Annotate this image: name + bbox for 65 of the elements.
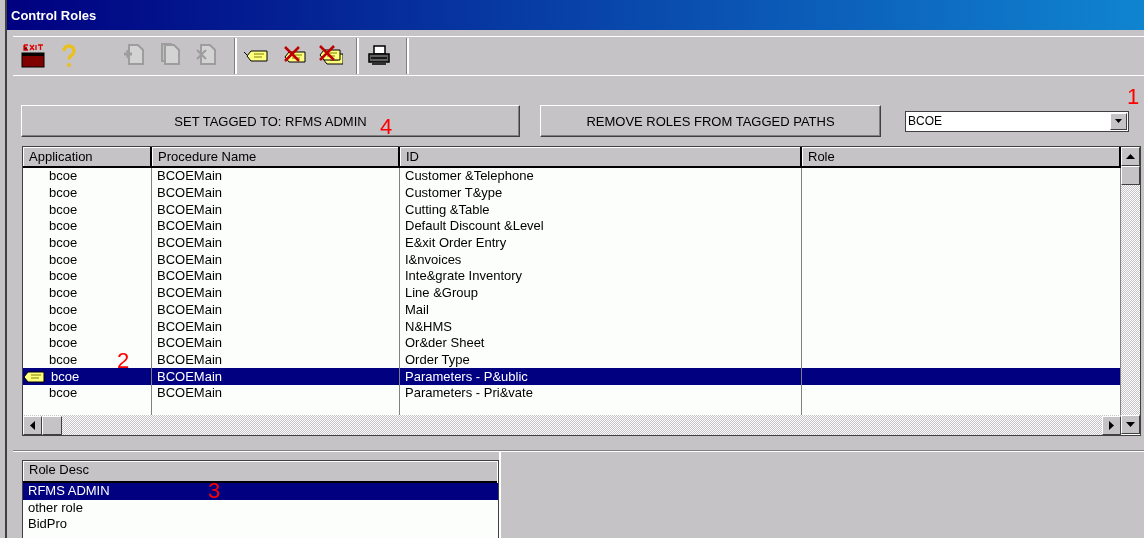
scroll-right-icon[interactable] — [1109, 420, 1114, 430]
table-cell: Inte&grate Inventory — [405, 268, 523, 285]
table-cell: bcoe — [49, 168, 78, 185]
table-cell: BCOEMain — [157, 385, 223, 402]
callout-number: 4 — [380, 116, 393, 138]
table-cell: BCOEMain — [157, 301, 223, 318]
scroll-down-icon[interactable] — [1126, 422, 1135, 427]
table-cell: E&xit Order Entry — [405, 235, 507, 252]
table-cell: Line &Group — [405, 285, 478, 302]
table-cell: BCOEMain — [157, 268, 223, 285]
command-button[interactable]: REMOVE ROLES FROM TAGGED PATHS — [540, 105, 881, 137]
table-cell: bcoe — [49, 218, 78, 235]
table-cell: Customer &Telephone — [405, 168, 534, 185]
table-cell: bcoe — [49, 285, 78, 302]
table-cell: BCOEMain — [157, 285, 223, 302]
callout-number: 1 — [1127, 86, 1140, 108]
table-cell: BCOEMain — [157, 201, 223, 218]
table-cell: BCOEMain — [157, 168, 223, 185]
table-cell: bcoe — [49, 185, 78, 202]
column-header[interactable]: ID — [400, 147, 802, 166]
dropdown-value: BCOE — [908, 114, 942, 128]
table-cell: bcoe — [49, 318, 78, 335]
table-cell: BCOEMain — [157, 185, 223, 202]
table-cell: bcoe — [49, 335, 78, 352]
table-cell: bcoe — [49, 385, 78, 402]
table-cell: bcoe — [49, 235, 78, 252]
window-title: Control Roles — [11, 7, 97, 23]
table-cell: Cutting &Table — [405, 201, 490, 218]
role-item[interactable]: BidPro — [23, 516, 498, 533]
table-cell: BCOEMain — [157, 335, 223, 352]
table-cell: Order Type — [405, 351, 470, 368]
table-cell: BCOEMain — [157, 368, 223, 385]
scroll-left-icon[interactable] — [30, 420, 35, 430]
table-cell: Default Discount &Level — [405, 218, 544, 235]
scroll-up-icon[interactable] — [1126, 154, 1135, 159]
table-cell: BCOEMain — [157, 251, 223, 268]
scroll-thumb[interactable] — [1121, 166, 1140, 185]
column-header[interactable]: Role — [802, 147, 1121, 166]
exit-icon[interactable] — [19, 42, 47, 70]
table-cell: BCOEMain — [157, 318, 223, 335]
table-cell: BCOEMain — [157, 218, 223, 235]
table-cell: bcoe — [49, 268, 78, 285]
table-row[interactable]: bcoe BCOEMain Parameters - P&ublic — [23, 368, 1121, 385]
table-cell: Customer T&ype — [405, 185, 503, 202]
table-cell: BCOEMain — [157, 235, 223, 252]
column-header[interactable]: Application — [23, 147, 152, 166]
table-cell: bcoe — [49, 201, 78, 218]
table-cell: Or&der Sheet — [405, 335, 485, 352]
table-cell: BCOEMain — [157, 351, 223, 368]
column-header[interactable]: Procedure Name — [152, 147, 400, 166]
table-cell: bcoe — [49, 251, 78, 268]
table-cell: bcoe — [49, 351, 78, 368]
callout-number: 3 — [208, 480, 221, 502]
table-cell: Parameters - Pri&vate — [405, 385, 533, 402]
table-cell: Parameters - P&ublic — [405, 368, 528, 385]
table-cell: I&nvoices — [405, 251, 462, 268]
table-cell: N&HMS — [405, 318, 452, 335]
scroll-thumb[interactable] — [42, 415, 62, 435]
table-cell: bcoe — [49, 301, 78, 318]
application-dropdown[interactable]: BCOE — [905, 110, 1129, 132]
table-cell: bcoe — [51, 368, 80, 385]
column-header[interactable]: Role Desc — [23, 461, 497, 483]
table-cell: Mail — [405, 301, 429, 318]
role-item[interactable]: other role — [23, 499, 498, 516]
dropdown-arrow-icon[interactable] — [1115, 119, 1122, 123]
